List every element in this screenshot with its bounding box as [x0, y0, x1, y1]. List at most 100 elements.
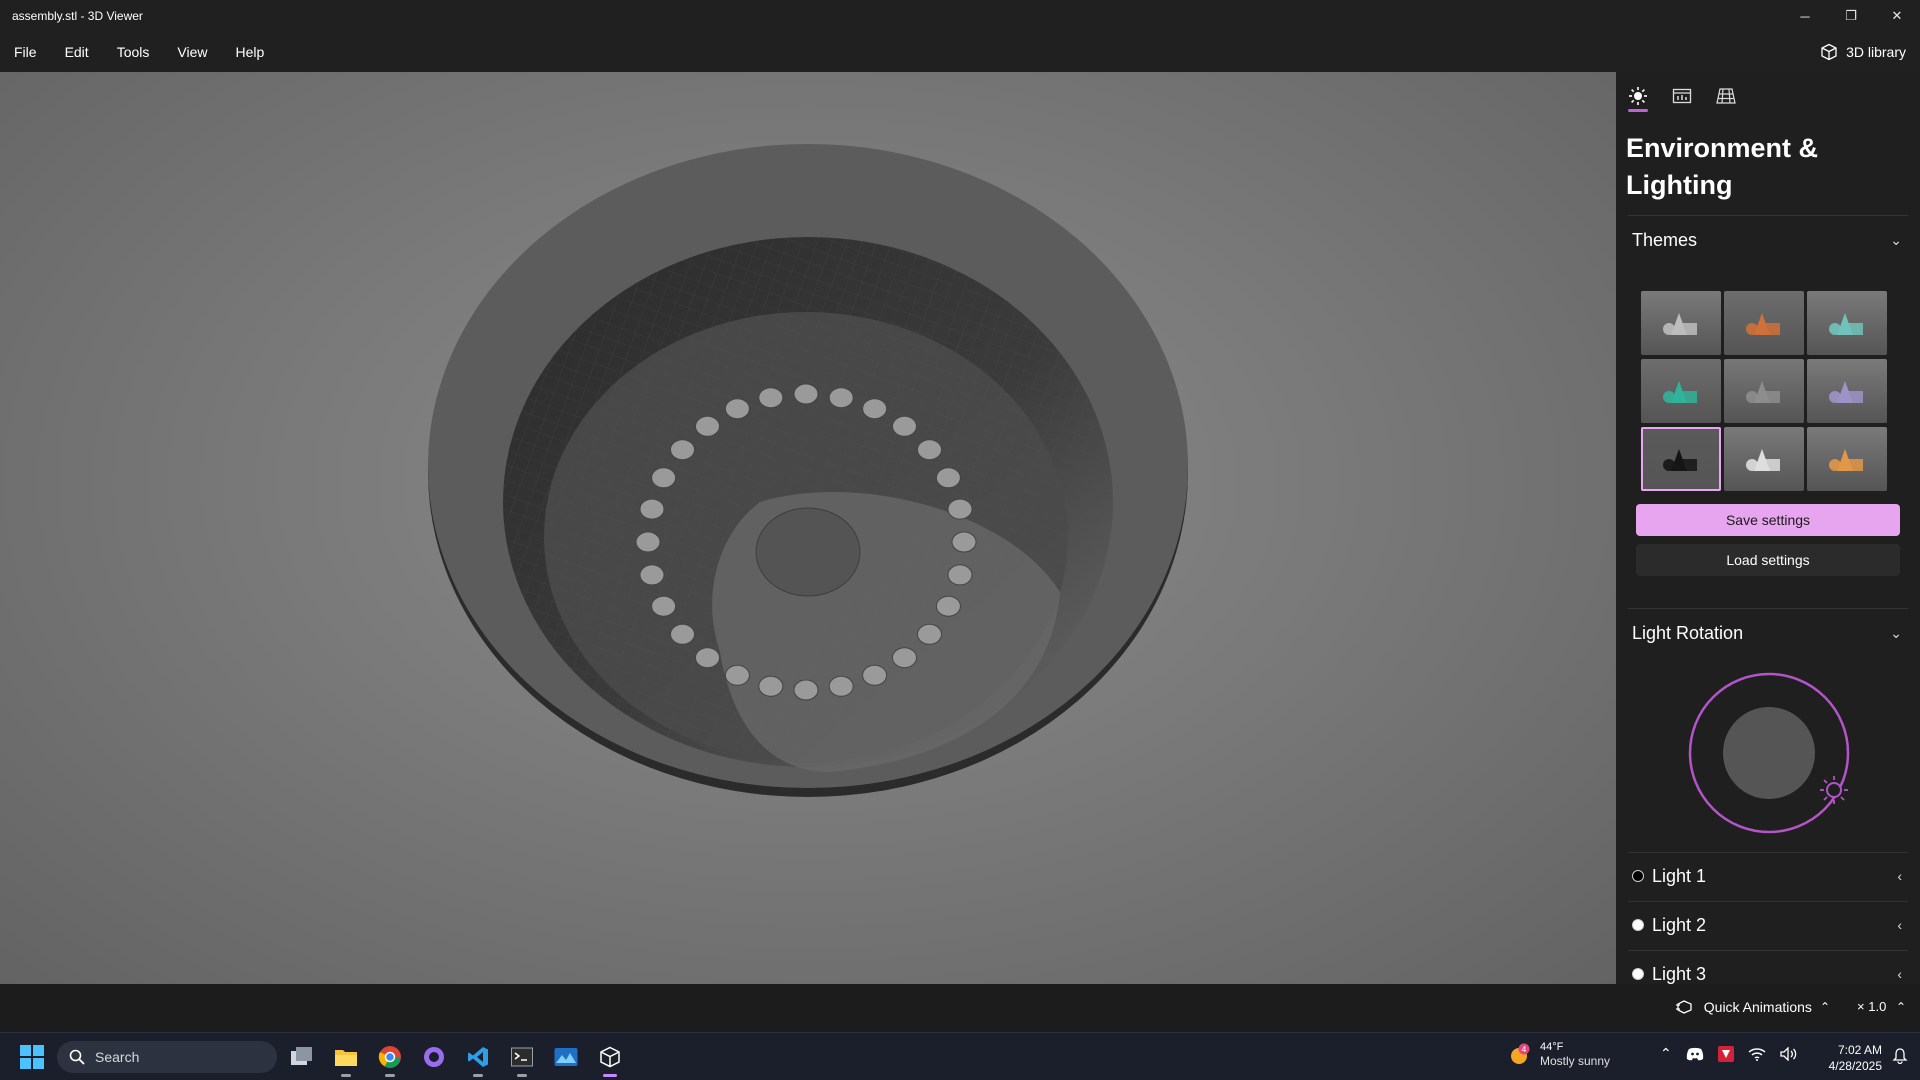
chevron-down-icon: ⌄	[1890, 624, 1902, 641]
menu-view[interactable]: View	[163, 44, 221, 60]
3d-viewer-button[interactable]	[592, 1039, 628, 1077]
speed-selector[interactable]: × 1.0 ⌃	[1857, 999, 1906, 1014]
chrome-button[interactable]	[372, 1039, 408, 1077]
light-rotation-dial[interactable]	[1688, 672, 1850, 834]
theme-preview-icon	[1663, 313, 1697, 335]
theme-preview-icon	[1746, 381, 1780, 403]
mount-hole	[917, 623, 942, 645]
task-view-icon	[291, 1047, 312, 1065]
minimize-button[interactable]: ─	[1782, 0, 1828, 32]
settings-panel: Environment & Lighting Themes ⌄ Save set…	[1616, 72, 1920, 984]
cube-icon	[1821, 43, 1837, 61]
menu-edit[interactable]: Edit	[51, 44, 103, 60]
mount-hole	[670, 439, 695, 461]
stats-icon	[1672, 88, 1692, 104]
mount-hole	[635, 531, 661, 553]
mount-hole	[758, 387, 784, 409]
tab-grid[interactable]	[1714, 82, 1738, 110]
taskbar-search[interactable]: Search	[57, 1041, 277, 1073]
theme-tile[interactable]	[1724, 427, 1804, 491]
menu-tools[interactable]: Tools	[103, 44, 164, 60]
load-settings-button[interactable]: Load settings	[1636, 544, 1900, 576]
menu-file[interactable]: File	[0, 44, 51, 60]
divider	[1628, 950, 1908, 951]
notification-bell-icon[interactable]	[1892, 1048, 1908, 1064]
theme-preview-icon	[1829, 381, 1863, 403]
light-color-swatch	[1632, 968, 1644, 980]
center-hub	[755, 507, 861, 597]
theme-tile[interactable]	[1641, 427, 1721, 491]
photos-button[interactable]	[548, 1039, 584, 1075]
theme-tile[interactable]	[1724, 291, 1804, 355]
search-placeholder: Search	[95, 1049, 140, 1065]
status-bar: Quick Animations ⌃ × 1.0 ⌃	[0, 984, 1920, 1032]
weather-widget[interactable]: 4 44°F Mostly sunny	[1508, 1041, 1610, 1069]
clock[interactable]: 7:02 AM 4/28/2025	[1829, 1042, 1882, 1074]
theme-tile[interactable]	[1641, 359, 1721, 423]
theme-tile[interactable]	[1641, 291, 1721, 355]
mount-hole	[670, 623, 695, 645]
photos-icon	[554, 1048, 578, 1066]
light-color-swatch	[1632, 870, 1644, 882]
chevron-left-icon: ‹	[1897, 917, 1902, 933]
theme-preview-icon	[1663, 381, 1697, 403]
theme-tile[interactable]	[1807, 359, 1887, 423]
mount-hole	[793, 679, 819, 701]
theme-tile[interactable]	[1724, 359, 1804, 423]
task-view-button[interactable]	[284, 1039, 320, 1075]
clock-time: 7:02 AM	[1837, 1043, 1882, 1057]
taskbar-apps	[284, 1039, 628, 1077]
sun-icon	[1629, 87, 1647, 105]
dial-sphere	[1723, 707, 1815, 799]
restore-button[interactable]: ❐	[1828, 0, 1874, 32]
vscode-icon	[468, 1047, 488, 1067]
model-render	[428, 144, 1188, 797]
chevron-up-icon[interactable]: ⌃	[1660, 1045, 1672, 1062]
light-3-row[interactable]: Light 3 ‹	[1632, 959, 1908, 984]
3d-viewport[interactable]	[0, 72, 1616, 984]
mount-hole	[828, 387, 854, 409]
menu-bar: File Edit Tools View Help 3D library	[0, 32, 1920, 72]
windows-start-icon[interactable]	[20, 1045, 44, 1069]
mount-hole	[695, 647, 720, 669]
light-color-swatch	[1632, 919, 1644, 931]
theme-preview-icon	[1829, 449, 1863, 471]
3d-viewer-icon	[600, 1046, 620, 1068]
taskbar: Search 4 44°F Mostly sunny ⌃ 7:02 AM 4/2…	[0, 1032, 1920, 1080]
animation-icon	[1675, 1000, 1692, 1014]
tab-environment[interactable]	[1626, 82, 1650, 112]
divider	[1628, 901, 1908, 902]
mount-hole	[862, 664, 888, 686]
discord-icon[interactable]	[1686, 1047, 1704, 1061]
light-2-row[interactable]: Light 2 ‹	[1632, 910, 1908, 940]
mount-hole	[947, 498, 973, 520]
divider	[1628, 215, 1908, 216]
wifi-icon[interactable]	[1748, 1047, 1766, 1061]
close-button[interactable]: ✕	[1874, 0, 1920, 32]
quick-animations-button[interactable]: Quick Animations ⌃	[1675, 999, 1830, 1015]
save-settings-button[interactable]: Save settings	[1636, 504, 1900, 536]
search-icon	[69, 1049, 85, 1065]
menu-help[interactable]: Help	[221, 44, 278, 60]
chevron-up-icon: ⌃	[1819, 1000, 1830, 1014]
chrome-icon	[378, 1046, 401, 1068]
theme-tile[interactable]	[1807, 427, 1887, 491]
file-explorer-button[interactable]	[328, 1039, 364, 1077]
file-explorer-icon	[335, 1050, 357, 1066]
mount-hole	[695, 415, 720, 437]
light-rotation-header[interactable]: Light Rotation ⌄	[1632, 619, 1908, 647]
theme-tile[interactable]	[1807, 291, 1887, 355]
tab-stats[interactable]	[1670, 82, 1694, 110]
themes-header[interactable]: Themes ⌄	[1632, 226, 1908, 254]
light-1-row[interactable]: Light 1 ‹	[1632, 861, 1908, 891]
terminal-button[interactable]	[504, 1039, 540, 1077]
github-button[interactable]	[416, 1039, 452, 1075]
3d-library-button[interactable]: 3D library	[1820, 40, 1906, 64]
app-tray-icon[interactable]	[1717, 1045, 1734, 1062]
themes-grid	[1641, 291, 1887, 491]
vscode-button[interactable]	[460, 1039, 496, 1077]
volume-icon[interactable]	[1780, 1046, 1798, 1061]
mount-hole	[951, 531, 977, 553]
chevron-down-icon: ⌄	[1890, 231, 1902, 248]
divider	[1628, 852, 1908, 853]
